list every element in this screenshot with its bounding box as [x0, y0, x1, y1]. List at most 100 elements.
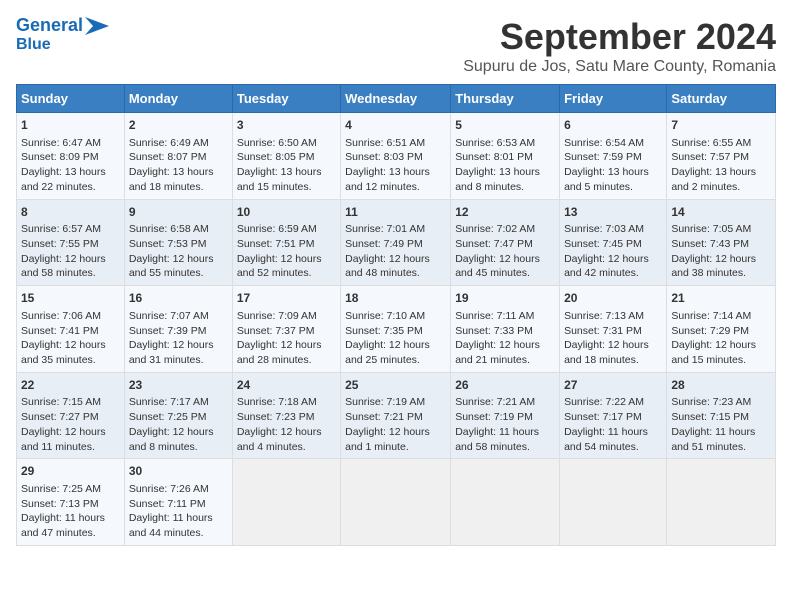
logo-text: General	[16, 16, 83, 36]
calendar-cell: 25Sunrise: 7:19 AMSunset: 7:21 PMDayligh…	[341, 372, 451, 459]
calendar-cell: 20Sunrise: 7:13 AMSunset: 7:31 PMDayligh…	[560, 286, 667, 373]
calendar-cell: 13Sunrise: 7:03 AMSunset: 7:45 PMDayligh…	[560, 199, 667, 286]
sunrise-text: Sunrise: 7:03 AM	[564, 223, 644, 235]
calendar-cell: 14Sunrise: 7:05 AMSunset: 7:43 PMDayligh…	[667, 199, 776, 286]
calendar-cell: 22 Sunrise: 7:15 AM Sunset: 7:27 PM Dayligh…	[17, 372, 125, 459]
day-number: 21	[671, 290, 771, 307]
daylight-text: Daylight: 11 hours and 51 minutes.	[671, 426, 755, 453]
calendar-cell: 16Sunrise: 7:07 AMSunset: 7:39 PMDayligh…	[124, 286, 232, 373]
sunset-text: Sunset: 8:03 PM	[345, 151, 423, 163]
daylight-text: Daylight: 13 hours and 15 minutes.	[237, 166, 322, 193]
daylight-text: Daylight: 12 hours and 28 minutes.	[237, 339, 322, 366]
calendar-cell: 29Sunrise: 7:25 AMSunset: 7:13 PMDayligh…	[17, 459, 125, 546]
sunset-text: Sunset: 7:29 PM	[671, 325, 749, 337]
calendar-cell: 2Sunrise: 6:49 AMSunset: 8:07 PMDaylight…	[124, 113, 232, 200]
day-number: 3	[237, 117, 336, 134]
calendar-cell: 5Sunrise: 6:53 AMSunset: 8:01 PMDaylight…	[451, 113, 560, 200]
sunrise-text: Sunrise: 6:55 AM	[671, 137, 751, 149]
day-number: 9	[129, 204, 228, 221]
subtitle: Supuru de Jos, Satu Mare County, Romania	[463, 58, 776, 76]
calendar-cell: 23Sunrise: 7:17 AMSunset: 7:25 PMDayligh…	[124, 372, 232, 459]
calendar-cell	[341, 459, 451, 546]
sunrise-text: Sunrise: 7:17 AM	[129, 396, 209, 408]
daylight-text: Daylight: 12 hours and 25 minutes.	[345, 339, 430, 366]
sunrise-text: Sunrise: 7:11 AM	[455, 310, 534, 322]
calendar-week-row: 1 Sunrise: 6:47 AM Sunset: 8:09 PM Daylight…	[17, 113, 776, 200]
day-number: 17	[237, 290, 336, 307]
sunset-text: Sunset: 8:07 PM	[129, 151, 207, 163]
daylight-text: Daylight: 13 hours and 5 minutes.	[564, 166, 649, 193]
daylight-text: Daylight: 12 hours and 55 minutes.	[129, 253, 214, 280]
calendar-cell: 27Sunrise: 7:22 AMSunset: 7:17 PMDayligh…	[560, 372, 667, 459]
day-number: 1	[21, 117, 120, 134]
day-number: 25	[345, 377, 446, 394]
sunrise-text: Sunrise: 6:53 AM	[455, 137, 535, 149]
calendar-cell: 30Sunrise: 7:26 AMSunset: 7:11 PMDayligh…	[124, 459, 232, 546]
page-header: General Blue September 2024 Supuru de Jo…	[16, 16, 776, 76]
day-number: 15	[21, 290, 120, 307]
sunset-text: Sunset: 7:21 PM	[345, 411, 423, 423]
sunrise-text: Sunrise: 7:15 AM	[21, 396, 101, 408]
daylight-text: Daylight: 11 hours and 47 minutes.	[21, 512, 105, 539]
daylight-text: Daylight: 12 hours and 58 minutes.	[21, 253, 106, 280]
day-number: 13	[564, 204, 662, 221]
sunset-text: Sunset: 7:27 PM	[21, 411, 99, 423]
sunrise-text: Sunrise: 7:02 AM	[455, 223, 535, 235]
day-number: 27	[564, 377, 662, 394]
daylight-text: Daylight: 12 hours and 18 minutes.	[564, 339, 649, 366]
day-number: 22	[21, 377, 120, 394]
sunset-text: Sunset: 7:17 PM	[564, 411, 642, 423]
col-monday: Monday	[124, 85, 232, 113]
sunrise-text: Sunrise: 6:54 AM	[564, 137, 644, 149]
sunset-text: Sunset: 7:39 PM	[129, 325, 207, 337]
col-wednesday: Wednesday	[341, 85, 451, 113]
calendar-cell: 24Sunrise: 7:18 AMSunset: 7:23 PMDayligh…	[232, 372, 340, 459]
sunset-text: Sunset: 7:51 PM	[237, 238, 315, 250]
sunset-text: Sunset: 8:01 PM	[455, 151, 533, 163]
sunset-text: Sunset: 8:09 PM	[21, 151, 99, 163]
day-number: 12	[455, 204, 555, 221]
sunrise-text: Sunrise: 6:47 AM	[21, 137, 101, 149]
day-number: 4	[345, 117, 446, 134]
calendar-cell: 19Sunrise: 7:11 AMSunset: 7:33 PMDayligh…	[451, 286, 560, 373]
logo: General Blue	[16, 16, 109, 53]
sunrise-text: Sunrise: 6:50 AM	[237, 137, 317, 149]
sunrise-text: Sunrise: 7:06 AM	[21, 310, 101, 322]
sunrise-text: Sunrise: 6:51 AM	[345, 137, 425, 149]
calendar-cell: 10Sunrise: 6:59 AMSunset: 7:51 PMDayligh…	[232, 199, 340, 286]
sunrise-text: Sunrise: 7:13 AM	[564, 310, 644, 322]
sunrise-text: Sunrise: 7:14 AM	[671, 310, 751, 322]
sunrise-text: Sunrise: 7:18 AM	[237, 396, 317, 408]
calendar-cell	[667, 459, 776, 546]
sunset-text: Sunset: 7:59 PM	[564, 151, 642, 163]
logo-subtext: Blue	[16, 36, 51, 54]
col-sunday: Sunday	[17, 85, 125, 113]
daylight-text: Daylight: 12 hours and 8 minutes.	[129, 426, 214, 453]
daylight-text: Daylight: 12 hours and 15 minutes.	[671, 339, 756, 366]
daylight-text: Daylight: 13 hours and 2 minutes.	[671, 166, 756, 193]
logo-arrow-icon	[85, 17, 109, 35]
calendar-cell	[232, 459, 340, 546]
calendar-cell	[451, 459, 560, 546]
calendar-cell: 15Sunrise: 7:06 AMSunset: 7:41 PMDayligh…	[17, 286, 125, 373]
calendar-cell: 4Sunrise: 6:51 AMSunset: 8:03 PMDaylight…	[341, 113, 451, 200]
daylight-text: Daylight: 13 hours and 22 minutes.	[21, 166, 106, 193]
calendar-table: Sunday Monday Tuesday Wednesday Thursday…	[16, 84, 776, 546]
calendar-cell: 11Sunrise: 7:01 AMSunset: 7:49 PMDayligh…	[341, 199, 451, 286]
calendar-cell: 1 Sunrise: 6:47 AM Sunset: 8:09 PM Daylight…	[17, 113, 125, 200]
calendar-cell: 9Sunrise: 6:58 AMSunset: 7:53 PMDaylight…	[124, 199, 232, 286]
daylight-text: Daylight: 12 hours and 38 minutes.	[671, 253, 756, 280]
sunrise-text: Sunrise: 7:21 AM	[455, 396, 535, 408]
sunset-text: Sunset: 7:35 PM	[345, 325, 423, 337]
title-block: September 2024 Supuru de Jos, Satu Mare …	[463, 16, 776, 76]
calendar-cell: 17Sunrise: 7:09 AMSunset: 7:37 PMDayligh…	[232, 286, 340, 373]
sunset-text: Sunset: 7:19 PM	[455, 411, 533, 423]
daylight-text: Daylight: 12 hours and 11 minutes.	[21, 426, 106, 453]
daylight-text: Daylight: 12 hours and 31 minutes.	[129, 339, 214, 366]
daylight-text: Daylight: 13 hours and 18 minutes.	[129, 166, 214, 193]
sunset-text: Sunset: 7:43 PM	[671, 238, 749, 250]
calendar-cell: 12Sunrise: 7:02 AMSunset: 7:47 PMDayligh…	[451, 199, 560, 286]
calendar-week-row: 22 Sunrise: 7:15 AM Sunset: 7:27 PM Dayligh…	[17, 372, 776, 459]
sunset-text: Sunset: 7:11 PM	[129, 498, 206, 510]
daylight-text: Daylight: 12 hours and 35 minutes.	[21, 339, 106, 366]
